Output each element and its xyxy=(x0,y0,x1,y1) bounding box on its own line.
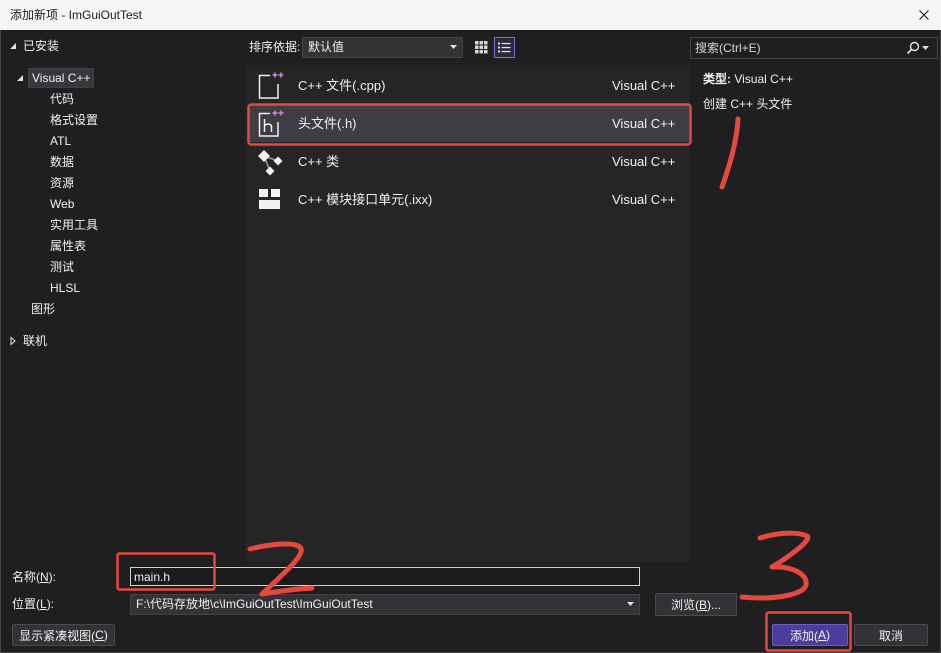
chevron-down-icon[interactable] xyxy=(922,46,929,50)
template-language: Visual C++ xyxy=(612,116,676,131)
close-icon xyxy=(919,10,929,20)
search-box xyxy=(690,37,938,59)
tree-item-formatting[interactable]: 格式设置 xyxy=(50,110,98,130)
window-title: 添加新项 - ImGuiOutTest xyxy=(10,8,143,22)
template-name: 头文件(.h) xyxy=(298,116,357,131)
tree-item-resource[interactable]: 资源 xyxy=(50,173,74,193)
tree-item-test[interactable]: 测试 xyxy=(50,257,74,277)
template-list: C++ 文件(.cpp) Visual C++ 头文件(.h) Visual C… xyxy=(245,65,690,562)
sort-dropdown-value: 默认值 xyxy=(308,40,345,54)
cpp-file-icon xyxy=(256,71,284,101)
cpp-class-icon xyxy=(256,147,284,177)
name-label: 名称(N): xyxy=(12,570,57,584)
search-icon[interactable] xyxy=(906,41,920,55)
tree-item-utility[interactable]: 实用工具 xyxy=(50,215,98,235)
tree-item-hlsl[interactable]: HLSL xyxy=(50,278,80,298)
template-language: Visual C++ xyxy=(612,78,676,93)
template-details-panel: 类型: Visual C++ 创建 C++ 头文件 xyxy=(692,65,941,562)
tree-node-online[interactable]: 联机 xyxy=(0,331,243,351)
header-file-icon xyxy=(256,109,284,139)
expand-arrow-icon[interactable] xyxy=(15,73,25,83)
template-language: Visual C++ xyxy=(612,192,676,207)
template-name: C++ 文件(.cpp) xyxy=(298,78,386,93)
grid-view-icon xyxy=(475,41,488,54)
type-value: Visual C++ xyxy=(734,72,793,86)
template-description: 创建 C++ 头文件 xyxy=(703,97,793,111)
tree-item-graphics[interactable]: 图形 xyxy=(31,299,55,319)
tree-node-installed[interactable]: 已安装 xyxy=(0,36,243,56)
cancel-button[interactable]: 取消 xyxy=(854,624,928,646)
tree-node-label: Visual C++ xyxy=(28,68,95,88)
tree-item-code[interactable]: 代码 xyxy=(50,89,74,109)
tree-item-property-sheets[interactable]: 属性表 xyxy=(50,236,86,256)
sort-label: 排序依据: xyxy=(249,40,301,54)
tree-node-visual-cpp[interactable]: Visual C++ xyxy=(0,68,243,88)
grid-view-button[interactable] xyxy=(472,37,491,58)
item-form: 名称(N): 位置(L): F:\代码存放地\c\ImGuiOutTest\Im… xyxy=(0,562,941,653)
compact-view-button[interactable]: 显示紧凑视图(C) xyxy=(12,624,115,646)
template-name: C++ 类 xyxy=(298,154,340,169)
location-dropdown[interactable]: F:\代码存放地\c\ImGuiOutTest\ImGuiOutTest xyxy=(130,594,640,615)
close-button[interactable] xyxy=(909,0,941,30)
template-category-tree: 已安装 Visual C++ 代码 格式设置 ATL 数据 资源 Web 实用工… xyxy=(0,30,243,562)
template-row-module-interface[interactable]: C++ 模块接口单元(.ixx) Visual C++ xyxy=(248,181,689,218)
title-bar: 添加新项 - ImGuiOutTest xyxy=(0,0,941,30)
location-value: F:\代码存放地\c\ImGuiOutTest\ImGuiOutTest xyxy=(136,597,373,611)
list-view-icon xyxy=(498,42,511,53)
tree-item-atl[interactable]: ATL xyxy=(50,131,71,151)
access-key: B xyxy=(698,597,707,612)
search-input[interactable] xyxy=(691,38,901,58)
access-key: N xyxy=(40,570,49,584)
tree-node-label: 已安装 xyxy=(23,39,60,53)
access-key: L xyxy=(40,597,47,611)
access-key: A xyxy=(817,628,826,642)
add-button[interactable]: 添加(A) xyxy=(772,624,848,646)
template-toolbar: 排序依据: 默认值 xyxy=(245,35,690,61)
expand-arrow-icon[interactable] xyxy=(8,336,18,346)
template-row-cpp-class[interactable]: C++ 类 Visual C++ xyxy=(248,143,689,180)
chevron-down-icon xyxy=(627,602,634,606)
tree-node-label: 联机 xyxy=(23,334,48,348)
type-label: 类型: xyxy=(703,72,731,86)
expand-arrow-icon[interactable] xyxy=(8,41,18,51)
list-view-button[interactable] xyxy=(494,37,515,58)
module-interface-icon xyxy=(256,185,284,215)
chevron-down-icon xyxy=(450,45,457,49)
template-language: Visual C++ xyxy=(612,154,676,169)
tree-item-web[interactable]: Web xyxy=(50,194,74,214)
sort-dropdown[interactable]: 默认值 xyxy=(302,37,463,58)
template-row-header-file[interactable]: 头文件(.h) Visual C++ xyxy=(248,105,689,142)
template-name: C++ 模块接口单元(.ixx) xyxy=(298,192,433,207)
access-key: C xyxy=(95,628,104,642)
template-type-line: 类型: Visual C++ xyxy=(703,69,793,89)
browse-button[interactable]: 浏览(B)... xyxy=(655,593,737,616)
name-input[interactable] xyxy=(130,567,640,586)
location-label: 位置(L): xyxy=(12,597,55,611)
template-row-cpp-file[interactable]: C++ 文件(.cpp) Visual C++ xyxy=(248,67,689,104)
tree-item-data[interactable]: 数据 xyxy=(50,152,74,172)
